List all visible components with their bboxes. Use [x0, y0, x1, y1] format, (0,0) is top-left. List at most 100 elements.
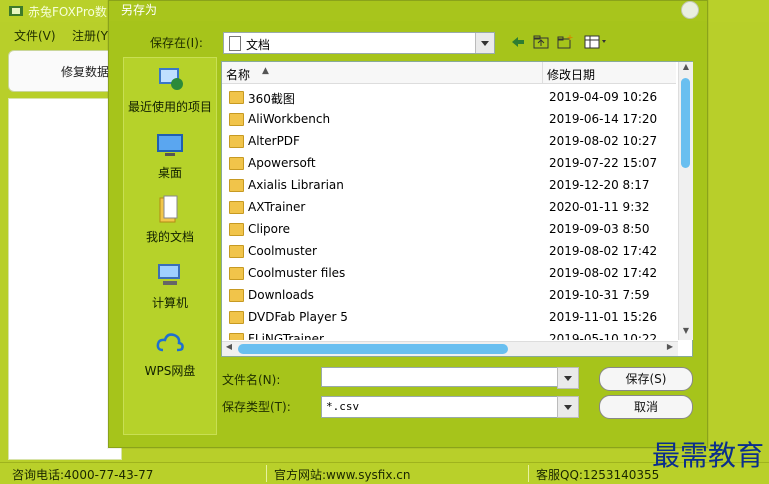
document-icon	[229, 36, 241, 51]
place-documents[interactable]: 我的文档	[124, 194, 216, 254]
file-date: 2020-01-11 9:32	[549, 200, 650, 214]
save-in-label: 保存在(I):	[150, 36, 203, 50]
folder-icon	[229, 91, 244, 104]
desktop-icon	[157, 134, 183, 156]
menu-register[interactable]: 注册(Y	[72, 27, 108, 44]
save-as-dialog: 另存为 保存在(I): 文档 最近使用的项目 桌面 我的文档 计算机 WPS网盘…	[108, 0, 708, 448]
folder-icon	[229, 289, 244, 302]
place-computer[interactable]: 计算机	[124, 260, 216, 320]
file-row[interactable]: AliWorkbench 2019-06-14 17:20	[222, 108, 676, 130]
folder-icon	[229, 245, 244, 258]
folder-icon	[229, 267, 244, 280]
scroll-thumb-horizontal[interactable]	[238, 344, 508, 354]
file-row[interactable]: Axialis Librarian 2019-12-20 8:17	[222, 174, 676, 196]
file-list[interactable]: 名称 ▲ 修改日期 360截图 2019-04-09 10:26 AliWorkben…	[221, 61, 693, 357]
menu-file[interactable]: 文件(V)	[14, 27, 56, 44]
save-in-dropdown[interactable]: 文档	[223, 32, 495, 54]
scroll-down-icon[interactable]: ▼	[679, 326, 693, 340]
horizontal-scrollbar[interactable]: ◀ ▶	[222, 341, 678, 356]
file-name: Coolmuster files	[248, 266, 346, 280]
cancel-button[interactable]: 取消	[599, 395, 693, 419]
file-date: 2019-08-02 10:27	[549, 134, 658, 148]
watermark-text: 最需教育	[652, 439, 765, 472]
file-name: Clipore	[248, 222, 291, 236]
filename-input[interactable]	[321, 367, 577, 387]
repair-data-button[interactable]: 修复数据	[8, 50, 122, 92]
documents-icon	[159, 195, 178, 223]
recent-items-icon	[159, 68, 183, 90]
file-row[interactable]: Apowersoft 2019-07-22 15:07	[222, 152, 676, 174]
file-date: 2019-04-09 10:26	[549, 90, 658, 104]
file-row[interactable]: Clipore 2019-09-03 8:50	[222, 218, 676, 240]
file-date: 2019-12-20 8:17	[549, 178, 650, 192]
folder-icon	[229, 157, 244, 170]
place-wps-cloud[interactable]: WPS网盘	[124, 328, 216, 388]
places-bar: 最近使用的项目 桌面 我的文档 计算机 WPS网盘	[123, 57, 217, 435]
folder-icon	[229, 113, 244, 126]
status-divider	[528, 465, 529, 482]
folder-icon	[229, 311, 244, 324]
file-name: FLiNGTrainer	[248, 332, 324, 340]
filetype-label: 保存类型(T):	[222, 400, 291, 414]
file-date: 2019-07-22 15:07	[549, 156, 658, 170]
save-in-value: 文档	[246, 38, 271, 52]
chevron-down-icon[interactable]	[557, 396, 579, 418]
file-row[interactable]: AXTrainer 2020-01-11 9:32	[222, 196, 676, 218]
file-name: DVDFab Player 5	[248, 310, 348, 324]
file-row[interactable]: DVDFab Player 5 2019-11-01 15:26	[222, 306, 676, 328]
folder-icon	[229, 201, 244, 214]
file-name: Coolmuster	[248, 244, 317, 258]
view-menu-icon[interactable]	[583, 34, 609, 50]
vertical-scrollbar[interactable]: ▲ ▼	[678, 62, 693, 340]
up-folder-icon[interactable]	[532, 34, 550, 50]
file-date: 2019-09-03 8:50	[549, 222, 650, 236]
file-date: 2019-11-01 15:26	[549, 310, 658, 324]
app-content-panel	[8, 98, 122, 460]
filename-label: 文件名(N):	[222, 373, 281, 387]
status-divider	[266, 465, 267, 482]
file-name: AXTrainer	[248, 200, 306, 214]
filetype-select[interactable]: *.csv	[321, 396, 579, 418]
file-row[interactable]: 360截图 2019-04-09 10:26	[222, 86, 676, 108]
file-date: 2019-10-31 7:59	[549, 288, 650, 302]
place-recent[interactable]: 最近使用的项目	[124, 64, 216, 124]
computer-icon	[158, 264, 180, 285]
folder-icon	[229, 223, 244, 236]
file-row[interactable]: Coolmuster files 2019-08-02 17:42	[222, 262, 676, 284]
back-icon[interactable]	[509, 34, 527, 50]
file-name: AlterPDF	[248, 134, 300, 148]
status-qq: 客服QQ:1253140355	[536, 468, 660, 482]
scroll-left-icon[interactable]: ◀	[222, 342, 236, 356]
file-name: Apowersoft	[248, 156, 316, 170]
scroll-right-icon[interactable]: ▶	[663, 342, 677, 356]
status-website: 官方网站:www.sysfix.cn	[274, 468, 411, 482]
save-button[interactable]: 保存(S)	[599, 367, 693, 391]
dialog-title: 另存为	[121, 3, 158, 17]
scroll-up-icon[interactable]: ▲	[679, 62, 693, 76]
file-name: AliWorkbench	[248, 112, 331, 126]
file-date: 2019-08-02 17:42	[549, 244, 658, 258]
file-name: 360截图	[248, 92, 295, 106]
chevron-down-icon[interactable]	[475, 33, 494, 53]
file-row[interactable]: FLiNGTrainer 2019-05-10 10:22	[222, 328, 676, 340]
scroll-thumb[interactable]	[681, 78, 690, 168]
file-row[interactable]: Coolmuster 2019-08-02 17:42	[222, 240, 676, 262]
cloud-icon	[156, 333, 184, 352]
file-date: 2019-05-10 10:22	[549, 332, 658, 340]
file-date: 2019-08-02 17:42	[549, 266, 658, 280]
folder-icon	[229, 179, 244, 192]
file-name: Downloads	[248, 288, 314, 302]
dialog-title-bar: 另存为	[109, 1, 707, 21]
app-logo-icon	[9, 6, 23, 16]
file-name: Axialis Librarian	[248, 178, 344, 192]
place-desktop[interactable]: 桌面	[124, 130, 216, 190]
file-date: 2019-06-14 17:20	[549, 112, 658, 126]
app-title: 赤兔FOXPro数	[28, 5, 107, 19]
close-icon[interactable]	[681, 1, 699, 19]
new-folder-icon[interactable]	[556, 34, 574, 50]
chevron-down-icon[interactable]	[557, 367, 579, 389]
file-row[interactable]: AlterPDF 2019-08-02 10:27	[222, 130, 676, 152]
status-phone: 咨询电话:4000-77-43-77	[12, 468, 154, 482]
file-row[interactable]: Downloads 2019-10-31 7:59	[222, 284, 676, 306]
folder-icon	[229, 135, 244, 148]
